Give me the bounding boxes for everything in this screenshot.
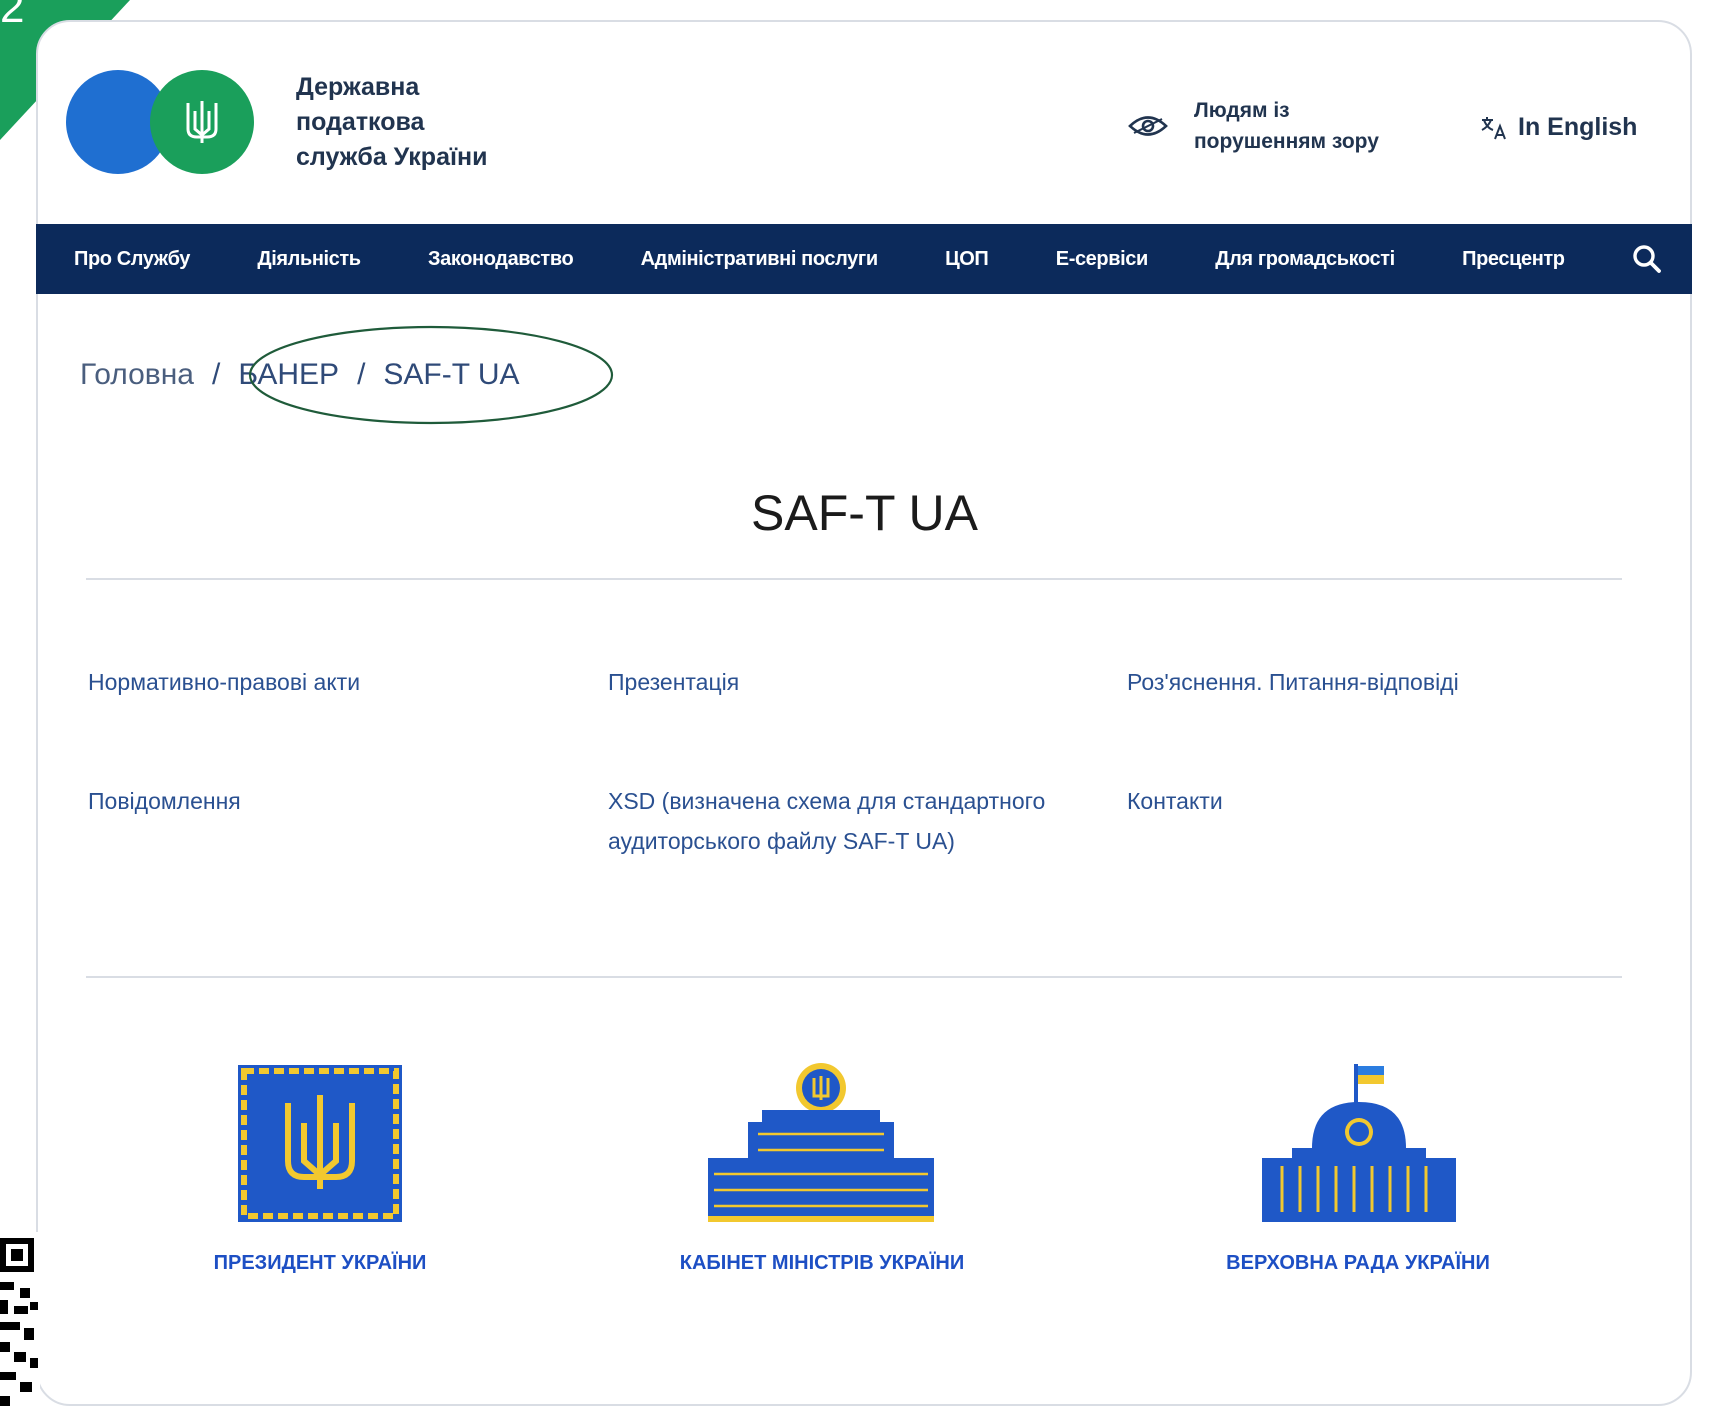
link-presentation[interactable]: Презентація <box>608 662 739 702</box>
site-name-line: служба України <box>296 143 488 171</box>
page-title: SAF-T UA <box>751 485 978 541</box>
step-number: 2 <box>0 0 25 32</box>
accessibility-link[interactable]: Людям із порушенням зору <box>1128 95 1379 157</box>
site-name-line: Державна <box>296 73 420 101</box>
nav-item-admin-services[interactable]: Адміністративні послуги <box>641 248 879 271</box>
site-name-line: податкова <box>296 108 425 136</box>
nav-item-press-center[interactable]: Пресцентр <box>1462 248 1565 271</box>
link-regulatory-acts[interactable]: Нормативно-правові акти <box>88 662 360 702</box>
site-name[interactable]: Державна податкова служба України <box>296 70 487 175</box>
divider <box>86 578 1622 580</box>
qr-code <box>0 1232 40 1409</box>
logo-green-circle[interactable] <box>150 70 254 174</box>
institution-label[interactable]: ПРЕЗИДЕНТ УКРАЇНИ <box>120 1252 520 1275</box>
link-xsd-schema[interactable]: XSD (визначена схема для стандартного ау… <box>608 781 1048 861</box>
nav-item-legislation[interactable]: Законодавство <box>428 248 574 271</box>
nav-item-public[interactable]: Для громадськості <box>1215 248 1395 271</box>
trident-icon <box>186 101 218 143</box>
president-emblem-icon[interactable] <box>238 1065 402 1222</box>
language-switch[interactable]: In English <box>1480 113 1637 142</box>
nav-item-activity[interactable]: Діяльність <box>257 248 361 271</box>
accessibility-label-line: Людям із <box>1194 99 1290 122</box>
institution-label[interactable]: ВЕРХОВНА РАДА УКРАЇНИ <box>1158 1252 1558 1275</box>
divider <box>86 976 1622 978</box>
parliament-building-icon[interactable] <box>1262 1062 1456 1222</box>
language-label: In English <box>1518 113 1638 141</box>
nav-item-tsop[interactable]: ЦОП <box>945 248 989 271</box>
link-contacts[interactable]: Контакти <box>1127 781 1223 821</box>
accessibility-label-line: порушенням зору <box>1194 130 1379 153</box>
institution-label[interactable]: КАБІНЕТ МІНІСТРІВ УКРАЇНИ <box>622 1252 1022 1275</box>
translate-icon <box>1481 116 1506 139</box>
search-icon[interactable] <box>1632 244 1662 274</box>
breadcrumb-home[interactable]: Головна <box>80 358 194 392</box>
nav-item-about[interactable]: Про Службу <box>74 248 190 271</box>
cabinet-building-icon[interactable] <box>708 1062 934 1222</box>
breadcrumb-highlight-ellipse <box>248 325 614 425</box>
breadcrumb-separator: / <box>211 358 221 391</box>
link-notifications[interactable]: Повідомлення <box>88 781 241 821</box>
nav-item-e-services[interactable]: Е-сервіси <box>1056 248 1149 271</box>
main-nav: Про Службу Діяльність Законодавство Адмі… <box>36 224 1692 294</box>
link-faq[interactable]: Роз'яснення. Питання-відповіді <box>1127 662 1459 702</box>
eye-icon <box>1128 116 1168 136</box>
